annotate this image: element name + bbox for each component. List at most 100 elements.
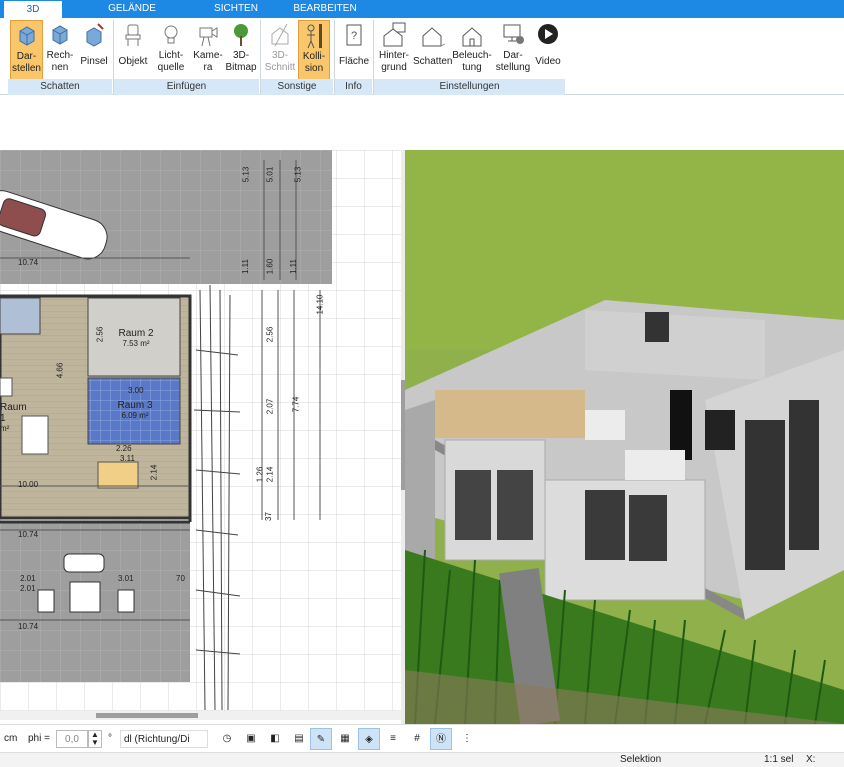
- scrollbar-thumb[interactable]: [96, 713, 198, 718]
- 3d-schnitt-label: 3D- Schnitt: [264, 50, 296, 73]
- floor-layer-icon[interactable]: ◈: [358, 728, 380, 750]
- rechnen-button[interactable]: Rech- nen: [45, 20, 75, 80]
- compute-cube-icon: [52, 25, 68, 45]
- tab-sichten[interactable]: SICHTEN: [196, 0, 276, 18]
- kamera-label: Kame- ra: [193, 50, 223, 73]
- schatten-label: Schatten: [413, 56, 453, 67]
- section-cut-icon: [271, 23, 289, 47]
- play-icon: [538, 24, 558, 44]
- dimension-label: 3.11: [120, 454, 135, 463]
- dimension-label: 2.01: [20, 584, 36, 593]
- phi-stepper[interactable]: ▲ ▼: [88, 730, 102, 748]
- ribbon: Dar- stellen Rech- nen Pinsel Objekt Lic…: [0, 18, 844, 95]
- paint-bucket-icon[interactable]: ◧: [264, 728, 286, 750]
- 3d-house-render: [405, 150, 844, 724]
- monitor-icon[interactable]: ▣: [240, 728, 262, 750]
- group-info: Info: [335, 79, 372, 95]
- darstellen-button[interactable]: Dar- stellen: [10, 20, 43, 80]
- room-area: 6.09 m²: [121, 411, 149, 420]
- status-x-coordinate: X:: [806, 754, 816, 765]
- phi-input[interactable]: 0,0: [56, 730, 88, 748]
- group-einfuegen: Einfügen: [114, 79, 259, 95]
- grid-icon[interactable]: #: [406, 728, 428, 750]
- dimension-label: 5.13: [293, 166, 303, 183]
- room-name: Raum 1: [0, 402, 27, 424]
- hintergrund-button[interactable]: Hinter- grund: [376, 20, 412, 80]
- darstellung-button[interactable]: Dar- stellung: [494, 20, 532, 80]
- video-button[interactable]: Video: [533, 20, 563, 80]
- tab-bearbeiten[interactable]: BEARBEITEN: [285, 0, 365, 18]
- lichtquelle-button[interactable]: Licht- quelle: [152, 20, 190, 80]
- room-label-raum3: Raum 3 6.09 m²: [112, 400, 158, 420]
- dl-direction-value: dl (Richtung/Di: [124, 734, 190, 745]
- kollision-label: Kolli- sion: [302, 51, 326, 74]
- dimension-label: 70: [176, 574, 185, 583]
- 3d-bitmap-label: 3D- Bitmap: [225, 50, 257, 73]
- room-label-raum1: Raum 1 m²: [0, 402, 30, 433]
- svg-text:?: ?: [351, 30, 357, 42]
- dimension-label: 10.74: [18, 622, 39, 631]
- render-cube-icon: [19, 26, 34, 46]
- dimension-label: 2.56: [95, 326, 105, 343]
- dimension-label: 10.74: [18, 530, 39, 539]
- dimension-label: 10.74: [18, 258, 39, 267]
- dimension-label: 7.74: [291, 396, 301, 413]
- room-label-raum2: Raum 2 7.53 m²: [116, 328, 156, 348]
- dimension-label: 37: [263, 512, 273, 521]
- status-bar: Selektion 1:1 sel X:: [0, 752, 844, 767]
- lichtquelle-label: Licht- quelle: [157, 50, 185, 73]
- stack-icon[interactable]: ≡: [382, 728, 404, 750]
- dimension-label: 2.14: [149, 464, 159, 481]
- floor-plan-drawing: [0, 150, 401, 718]
- tab-3d[interactable]: 3D: [4, 0, 62, 18]
- tab-gelaende[interactable]: GELÄNDE: [92, 0, 172, 18]
- objekt-button[interactable]: Objekt: [116, 20, 150, 80]
- chair-icon: [125, 24, 141, 46]
- beleuchtung-button[interactable]: Beleuch- tung: [452, 20, 492, 80]
- room-area: 7.53 m²: [122, 339, 150, 348]
- 3d-schnitt-button[interactable]: 3D- Schnitt: [263, 20, 297, 80]
- north-compass-icon[interactable]: Ⓝ: [430, 728, 452, 750]
- plan-horizontal-scrollbar[interactable]: [0, 711, 401, 720]
- layer-icon[interactable]: ▤: [288, 728, 310, 750]
- lightbulb-icon: [164, 25, 178, 44]
- 3d-bitmap-button[interactable]: 3D- Bitmap: [224, 20, 258, 80]
- area-info-icon: ?: [346, 24, 362, 46]
- room-area: m²: [0, 424, 10, 433]
- pinsel-label: Pinsel: [80, 56, 108, 67]
- phi-label: phi =: [28, 733, 50, 744]
- house-background-icon: [383, 22, 406, 47]
- dl-direction-select[interactable]: dl (Richtung/Di: [120, 730, 208, 748]
- group-schatten: Schatten: [8, 79, 112, 95]
- kollision-button[interactable]: Kolli- sion: [298, 20, 330, 80]
- draw-pen-icon[interactable]: ✎: [310, 728, 332, 750]
- pattern-icon[interactable]: ▦: [334, 728, 356, 750]
- dimension-label: 2.01: [20, 574, 36, 583]
- monitor-settings-icon: [503, 24, 524, 44]
- bottom-toolbar: cm phi = 0,0 ▲ ▼ ° dl (Richtung/Di ◷ ▣ ◧ …: [0, 724, 844, 752]
- darstellung-label: Dar- stellung: [495, 50, 531, 73]
- video-label: Video: [535, 56, 561, 67]
- dimension-label: 2.56: [265, 326, 275, 343]
- house-shadow-icon: [422, 27, 445, 47]
- dimension-label: 1.11: [288, 259, 298, 274]
- 3d-view[interactable]: [405, 150, 844, 724]
- floor-plan-view[interactable]: Raum 2 7.53 m² Raum 3 6.09 m² Raum 1 m² …: [0, 150, 401, 718]
- rechnen-label: Rech- nen: [46, 50, 74, 73]
- dimension-label: 1.11: [240, 259, 250, 274]
- flaeche-button[interactable]: ? Fläche: [337, 20, 371, 80]
- schatten-button[interactable]: Schatten: [413, 20, 453, 80]
- dimension-label: 2.14: [265, 466, 275, 483]
- clock-icon[interactable]: ◷: [216, 728, 238, 750]
- group-einstellungen: Einstellungen: [374, 79, 565, 95]
- pinsel-button[interactable]: Pinsel: [78, 20, 110, 80]
- kamera-button[interactable]: Kame- ra: [192, 20, 224, 80]
- house-light-icon: [462, 27, 482, 47]
- degree-label: °: [108, 733, 112, 744]
- dimension-label: 1.26: [255, 466, 265, 483]
- room-name: Raum 3: [117, 400, 153, 411]
- dimension-label: 14.10: [315, 294, 325, 315]
- vertical-dots-icon[interactable]: ⋮: [456, 728, 478, 750]
- dimension-label: 3.01: [118, 574, 134, 583]
- dimension-label: 4.66: [55, 362, 65, 379]
